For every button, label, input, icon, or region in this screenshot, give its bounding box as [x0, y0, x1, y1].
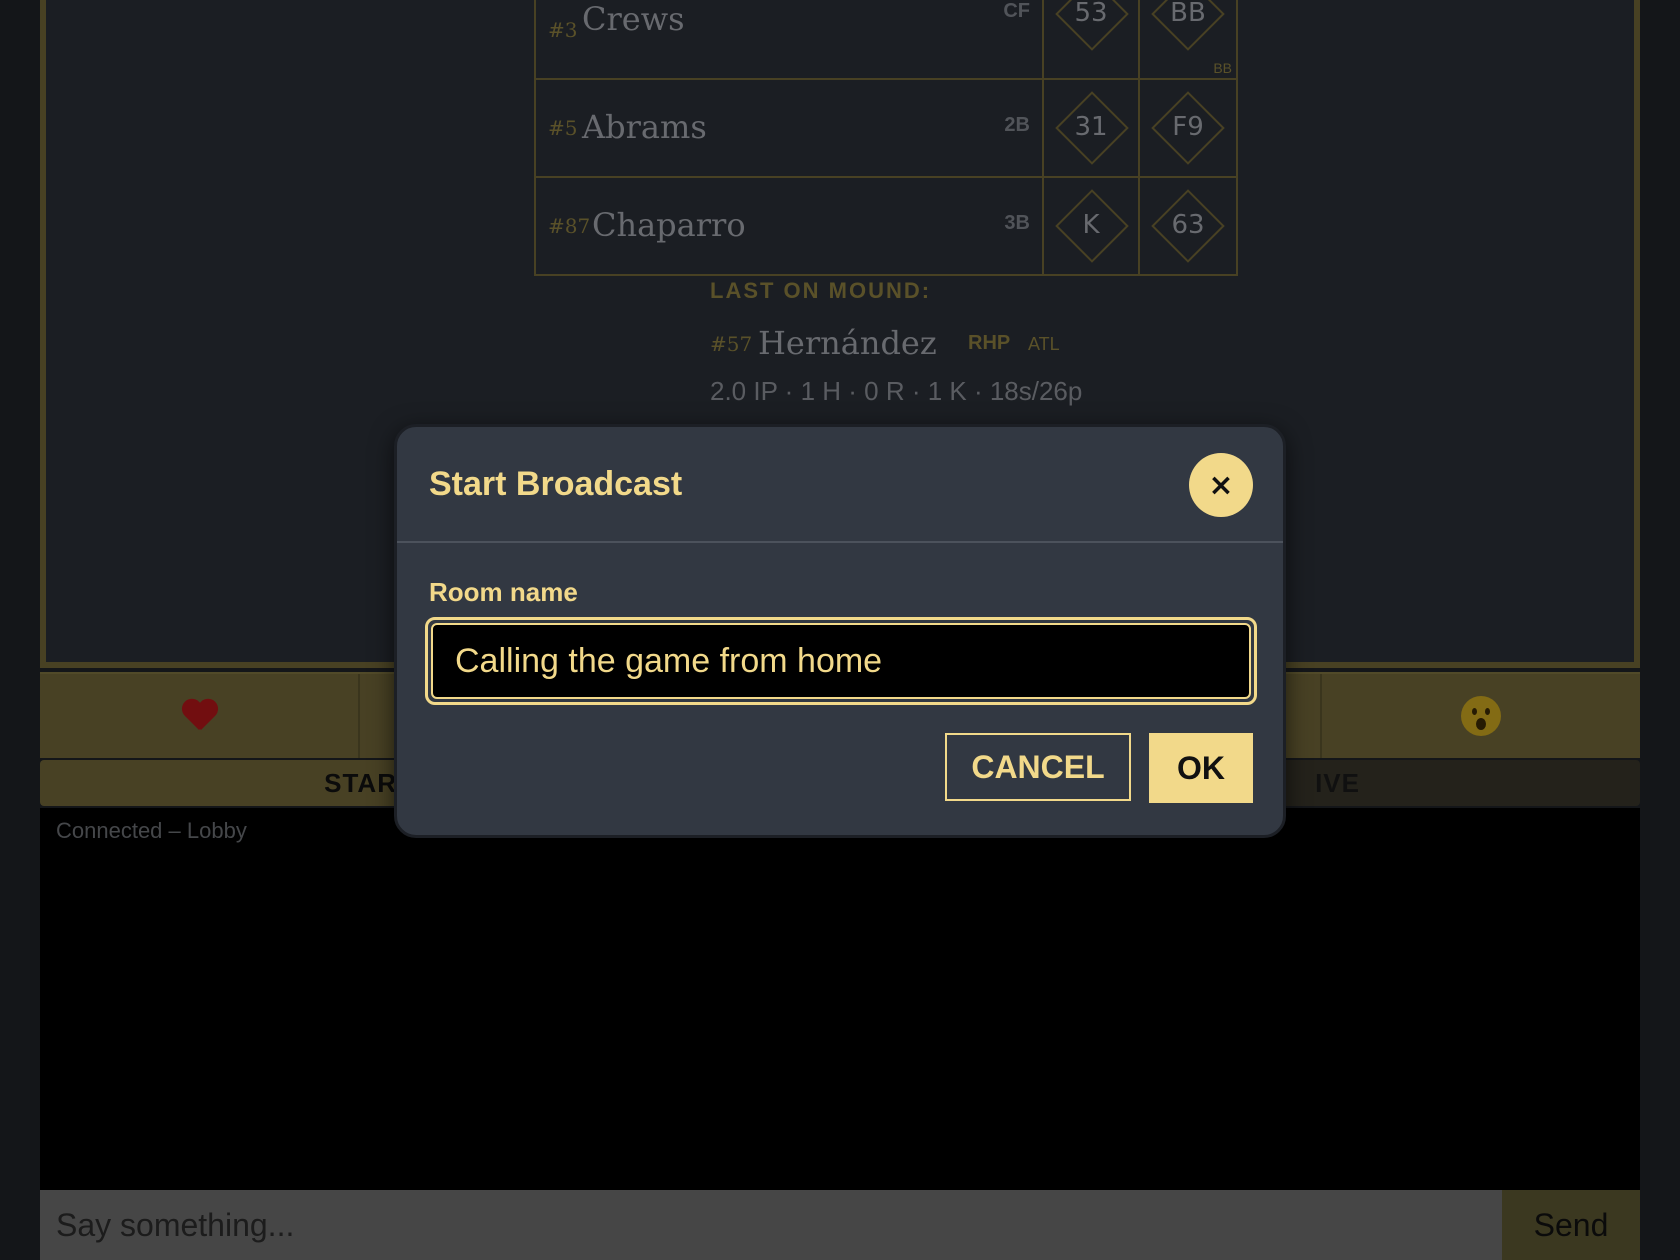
- room-name-label: Room name: [429, 577, 578, 607]
- room-name-focus-ring: [425, 617, 1257, 705]
- dialog-title: Start Broadcast: [429, 465, 683, 503]
- cancel-button[interactable]: CANCEL: [945, 733, 1131, 801]
- dialog-header: Start Broadcast ×: [397, 427, 1283, 543]
- ok-button[interactable]: OK: [1149, 733, 1253, 803]
- room-name-input[interactable]: [431, 623, 1251, 699]
- start-broadcast-dialog: Start Broadcast × Room name CANCEL OK: [394, 424, 1286, 838]
- close-icon: ×: [1208, 467, 1234, 503]
- close-button[interactable]: ×: [1189, 453, 1253, 517]
